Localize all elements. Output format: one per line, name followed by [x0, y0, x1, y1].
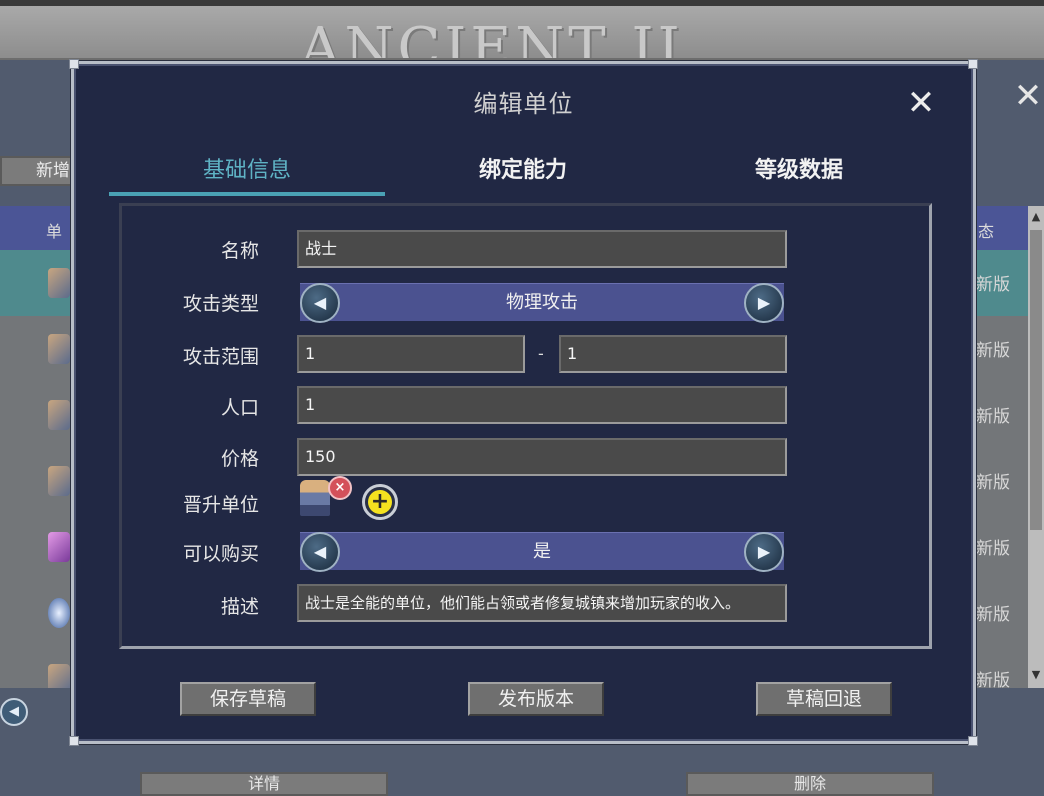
scroll-down-icon[interactable]: ▼ — [1028, 668, 1044, 681]
row-status: 新版 — [976, 407, 1010, 427]
active-tab-indicator — [109, 192, 385, 196]
publish-version-button[interactable]: 发布版本 — [468, 682, 604, 716]
basic-info-form — [119, 203, 932, 649]
column-header-unit: 单 — [46, 222, 63, 241]
crystal-sprite-icon — [48, 532, 70, 562]
description-label: 描述 — [220, 596, 259, 618]
plus-icon: + — [368, 490, 392, 514]
tab-bind-abilities[interactable]: 绑定能力 — [385, 152, 661, 192]
close-icon[interactable]: ✕ — [904, 86, 938, 122]
row-status: 新版 — [976, 473, 1010, 493]
rollback-draft-button[interactable]: 草稿回退 — [756, 682, 892, 716]
purchasable-label: 可以购买 — [182, 543, 259, 565]
purchasable-selector: ◀ 是 ▶ — [300, 532, 784, 572]
tab-basic-info[interactable]: 基础信息 — [109, 152, 385, 192]
promotion-unit-sprite-icon — [300, 480, 330, 516]
name-label: 名称 — [220, 240, 259, 262]
new-unit-button[interactable]: 新增 — [0, 156, 72, 186]
frame-corner — [968, 59, 978, 69]
dialog-title: 编辑单位 — [473, 90, 574, 118]
purchasable-next-icon[interactable]: ▶ — [744, 532, 784, 572]
save-draft-button[interactable]: 保存草稿 — [180, 682, 316, 716]
attack-type-selector: ◀ 物理攻击 ▶ — [300, 283, 784, 323]
frame-corner — [69, 59, 79, 69]
unit-sprite-icon — [48, 400, 70, 430]
game-logo: ANCIENT II — [300, 16, 684, 60]
attack-type-value: 物理攻击 — [506, 292, 578, 313]
description-input[interactable]: 战士是全能的单位，他们能占领或者修复城镇来增加玩家的收入。 — [297, 584, 787, 622]
delete-button[interactable]: 删除 — [686, 772, 934, 796]
purchasable-prev-icon[interactable]: ◀ — [300, 532, 340, 572]
attack-range-max-input[interactable]: 1 — [559, 335, 787, 373]
frame-corner — [69, 736, 79, 746]
promotion-unit-label: 晋升单位 — [182, 494, 259, 516]
unit-sprite-icon — [48, 268, 70, 298]
edit-unit-dialog: 编辑单位 ✕ 基础信息 绑定能力 等级数据 名称 战士 攻击类型 ◀ 物理攻击 … — [69, 59, 978, 746]
unit-sprite-icon — [48, 466, 70, 496]
attack-range-label: 攻击范围 — [182, 346, 259, 368]
row-status: 新版 — [976, 539, 1010, 559]
attack-range-min-input[interactable]: 1 — [297, 335, 525, 373]
price-label: 价格 — [220, 448, 259, 470]
price-input[interactable]: 150 — [297, 438, 787, 476]
row-status: 新版 — [976, 605, 1010, 625]
attack-type-next-icon[interactable]: ▶ — [744, 283, 784, 323]
header-banner: ANCIENT II — [0, 6, 1044, 60]
remove-promotion-icon[interactable]: × — [328, 476, 352, 500]
row-status: 新版 — [976, 275, 1010, 295]
orb-sprite-icon — [48, 598, 70, 628]
table-scrollbar[interactable]: ▲ ▼ — [1028, 206, 1044, 688]
name-input[interactable]: 战士 — [297, 230, 787, 268]
row-status: 新版 — [976, 671, 1010, 688]
add-promotion-icon[interactable]: + — [362, 484, 398, 520]
population-label: 人口 — [220, 397, 259, 419]
row-status: 新版 — [976, 341, 1010, 361]
scrollbar-thumb[interactable] — [1030, 230, 1042, 530]
range-separator: - — [538, 344, 544, 363]
attack-type-label: 攻击类型 — [182, 293, 259, 315]
column-header-status: 态 — [978, 222, 995, 241]
attack-type-prev-icon[interactable]: ◀ — [300, 283, 340, 323]
frame-corner — [968, 736, 978, 746]
purchasable-value: 是 — [533, 541, 551, 562]
previous-page-icon[interactable]: ◀ — [0, 698, 28, 726]
detail-button[interactable]: 详情 — [140, 772, 388, 796]
unit-sprite-icon — [48, 334, 70, 364]
unit-sprite-icon — [48, 664, 70, 688]
background-close-icon[interactable]: ✕ — [1012, 79, 1044, 113]
tab-level-data[interactable]: 等级数据 — [661, 152, 937, 192]
scroll-up-icon[interactable]: ▲ — [1028, 210, 1044, 223]
population-input[interactable]: 1 — [297, 386, 787, 424]
